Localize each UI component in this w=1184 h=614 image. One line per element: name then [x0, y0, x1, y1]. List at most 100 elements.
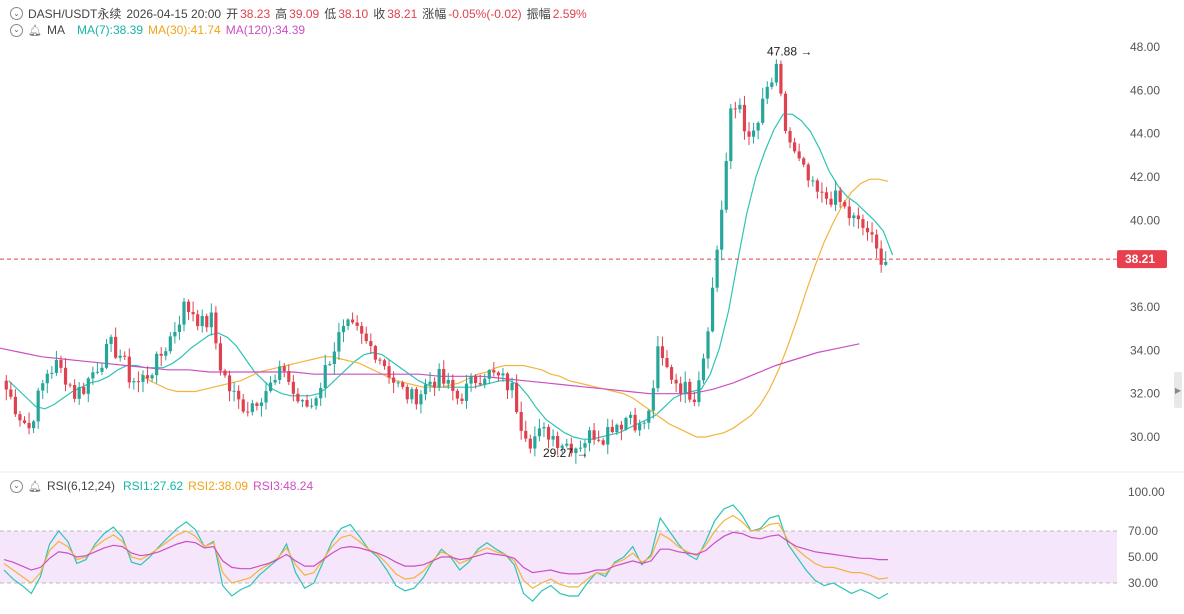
candle-body — [765, 86, 769, 99]
candle-body — [761, 98, 765, 123]
candle-body — [241, 399, 245, 412]
price-axis-tick-label: 34.00 — [1130, 343, 1160, 357]
candle-body — [177, 324, 182, 332]
candle-body — [656, 346, 660, 389]
candle-body — [870, 232, 874, 235]
candle-body — [802, 158, 806, 165]
candle-body — [378, 359, 382, 361]
y-axis-layer: 48.00 46.00 44.00 42.00 40.00 36.00 34.00 32.00… — [1117, 40, 1167, 590]
candle-body — [250, 403, 254, 413]
rsi1-value: RSI1:27.62 — [123, 479, 184, 493]
candle-body — [419, 394, 423, 405]
rsi-axis-tick-label: 100.00 — [1128, 485, 1165, 499]
candle-body — [63, 367, 68, 385]
rsi-alert-bell-icon[interactable]: 🔔︎ — [28, 480, 42, 493]
alert-bell-icon[interactable]: 🔔︎ — [28, 24, 42, 37]
candle-body — [401, 382, 405, 387]
candle-body — [884, 261, 888, 265]
candle-body — [364, 333, 368, 342]
candle-body — [615, 424, 619, 433]
candle-body — [460, 398, 464, 401]
candle-body — [701, 358, 706, 381]
candle-body — [483, 378, 487, 385]
candle-body — [683, 381, 687, 394]
candle-body — [278, 366, 282, 380]
candle-body — [309, 405, 314, 407]
panel-expand-handle[interactable]: ▶ — [1174, 372, 1182, 408]
candle-body — [619, 424, 624, 430]
candle-body — [811, 180, 815, 182]
candle-body — [155, 353, 159, 376]
candle-body — [13, 396, 17, 415]
ma-collapse-chevron-icon[interactable]: ⌄ — [10, 23, 23, 37]
rsi-axis-tick-label: 70.00 — [1128, 524, 1158, 538]
candle-body — [824, 192, 829, 199]
candle-body — [756, 122, 760, 131]
candle-body — [104, 343, 109, 368]
candle-body — [774, 63, 778, 83]
candle-body — [9, 389, 13, 397]
candle-body — [674, 379, 678, 384]
high-label: 高 — [275, 7, 288, 21]
candle-body — [123, 355, 127, 357]
candle-body — [433, 381, 437, 388]
rsi-collapse-chevron-icon[interactable]: ⌄ — [10, 479, 23, 493]
candle-body — [91, 372, 95, 379]
candle-body — [305, 400, 309, 407]
candle-body — [328, 364, 332, 366]
candle-body — [537, 428, 542, 437]
marker-layer: 47.88 → 29.27 → — [543, 45, 812, 460]
candle-body — [724, 161, 728, 210]
candle-body — [879, 248, 883, 265]
candle-body — [323, 365, 327, 388]
candle-body — [214, 312, 218, 344]
candle-body — [341, 326, 346, 333]
candle-body — [296, 393, 300, 402]
candle-body — [268, 382, 273, 392]
candle-body — [95, 371, 100, 373]
close-label: 收 — [373, 7, 386, 21]
candle-body — [264, 391, 268, 403]
candle-body — [41, 383, 45, 391]
ma120-value: MA(120):34.39 — [225, 23, 306, 37]
candle-body — [524, 430, 528, 439]
candle-body — [834, 190, 838, 205]
candle-body — [597, 439, 601, 441]
chart-canvas[interactable]: 48.00 46.00 44.00 42.00 40.00 36.00 34.00 32.00… — [0, 0, 1184, 614]
candle-body — [697, 380, 701, 403]
candle-body — [679, 383, 683, 394]
low-label: 低 — [324, 7, 337, 21]
candle-body — [18, 414, 22, 421]
candle-body — [209, 312, 213, 328]
current-price-tag-label: 38.21 — [1125, 252, 1155, 266]
price-axis-tick-label: 42.00 — [1130, 170, 1160, 184]
candle-body — [797, 151, 801, 159]
candle-body — [478, 383, 482, 385]
rsi2-value: RSI2:38.09 — [188, 479, 249, 493]
candle-body — [223, 370, 227, 376]
candle-body — [515, 382, 519, 413]
candle-body — [369, 341, 373, 347]
candle-body — [788, 130, 792, 143]
candle-body — [45, 373, 49, 384]
candle-body — [246, 411, 250, 413]
candle-body — [100, 367, 104, 372]
candle-body — [259, 402, 264, 406]
open-value: 38.23 — [240, 6, 271, 21]
candle-body — [27, 422, 31, 429]
candle-body — [692, 399, 696, 403]
candle-body — [273, 379, 277, 383]
candle-body — [145, 375, 150, 379]
price-axis-tick-label: 48.00 — [1130, 40, 1160, 54]
low-value: 38.10 — [338, 6, 369, 21]
ohlc-header: ⌄ DASH/USDT永续 2026-04-15 20:00 开 38.23 高… — [10, 5, 592, 22]
candle-body — [720, 209, 724, 250]
candle-body — [446, 379, 450, 384]
candle-body — [660, 346, 665, 359]
close-value: 38.21 — [387, 6, 418, 21]
candle-body — [350, 319, 355, 323]
candle-body — [282, 366, 286, 372]
candle-body — [729, 108, 733, 162]
collapse-chevron-icon[interactable]: ⌄ — [10, 7, 23, 20]
candle-body — [50, 372, 54, 374]
